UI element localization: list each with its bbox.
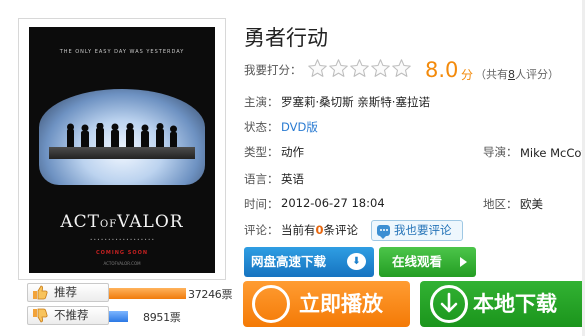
movie-title: 勇者行动 bbox=[244, 26, 328, 50]
genre-value[interactable]: 动作 bbox=[281, 144, 304, 160]
rating-score: 8.0 bbox=[425, 58, 459, 82]
pan-download-label: 网盘高速下载 bbox=[251, 254, 327, 269]
time-value: 2012-06-27 18:04 bbox=[281, 196, 385, 210]
comment-label: 评论： bbox=[244, 223, 279, 237]
status-label: 状态： bbox=[244, 120, 279, 134]
watch-online-label: 在线观看 bbox=[392, 254, 443, 269]
write-comment-label: 我也要评论 bbox=[394, 223, 452, 237]
comment-bubble-icon bbox=[377, 225, 390, 239]
rating-score-unit: 分 bbox=[461, 68, 474, 82]
recommend-label: 推荐 bbox=[54, 285, 77, 299]
pan-download-button[interactable]: 网盘高速下载 bbox=[244, 247, 374, 277]
poster-fine-print: • • • • • • • • • • • • • • • • • • bbox=[89, 237, 155, 242]
poster-coming-soon: COMING SOON bbox=[95, 250, 149, 256]
director-value[interactable]: Mike McCoy bbox=[520, 146, 585, 160]
region-label: 地区： bbox=[483, 197, 518, 211]
not-recommend-button[interactable]: 不推荐 bbox=[27, 306, 109, 325]
raters-count-link[interactable]: 8 bbox=[508, 68, 515, 81]
rating-raters: （共有8人评分） bbox=[475, 68, 559, 81]
play-now-button[interactable]: 立即播放 bbox=[243, 281, 410, 327]
not-recommend-label: 不推荐 bbox=[54, 308, 89, 322]
write-comment-button[interactable]: 我也要评论 bbox=[371, 220, 463, 241]
cast-value[interactable]: 罗塞莉·桑切斯 亲斯特·塞拉诺 bbox=[281, 94, 430, 110]
cast-label: 主演： bbox=[244, 95, 279, 109]
poster-title: ACTOFVALOR bbox=[60, 212, 184, 232]
star-icon[interactable] bbox=[328, 58, 349, 79]
play-now-label: 立即播放 bbox=[299, 292, 383, 316]
local-download-button[interactable]: 本地下载 bbox=[420, 281, 585, 327]
thumbs-up-icon bbox=[33, 285, 48, 300]
rating-stars[interactable] bbox=[307, 58, 412, 79]
recommend-bar bbox=[109, 288, 186, 299]
play-arrow-icon bbox=[460, 257, 467, 267]
status-value: DVD版 bbox=[281, 120, 318, 134]
poster-ramp bbox=[49, 147, 195, 159]
recommend-count: 37246票 bbox=[188, 288, 233, 301]
star-icon[interactable] bbox=[391, 58, 412, 79]
play-circle-icon bbox=[252, 285, 290, 323]
language-value: 英语 bbox=[281, 172, 304, 186]
language-label: 语言： bbox=[244, 172, 279, 186]
comment-count-text: 当前有0条评论 bbox=[281, 223, 359, 237]
watch-online-button[interactable]: 在线观看 bbox=[379, 247, 476, 277]
not-recommend-bar bbox=[109, 311, 128, 322]
cloud-download-icon bbox=[347, 253, 366, 270]
recommend-button[interactable]: 推荐 bbox=[27, 283, 109, 302]
poster-site: ACTOFVALOR.COM bbox=[103, 261, 141, 266]
thumbs-down-icon bbox=[33, 308, 48, 323]
poster-tagline: THE ONLY EASY DAY WAS YESTERDAY bbox=[59, 49, 185, 55]
rating-label: 我要打分： bbox=[244, 63, 302, 77]
movie-poster[interactable]: THE ONLY EASY DAY WAS YESTERDAY ACTOFVAL… bbox=[29, 27, 215, 273]
region-value: 欧美 bbox=[520, 197, 543, 211]
star-icon[interactable] bbox=[349, 58, 370, 79]
star-icon[interactable] bbox=[370, 58, 391, 79]
star-icon[interactable] bbox=[307, 58, 328, 79]
not-recommend-count: 8951票 bbox=[143, 311, 181, 324]
poster-frame: THE ONLY EASY DAY WAS YESTERDAY ACTOFVAL… bbox=[18, 18, 226, 280]
genre-label: 类型： bbox=[244, 145, 279, 159]
director-label: 导演： bbox=[483, 145, 518, 159]
download-circle-icon bbox=[430, 285, 468, 323]
time-label: 时间： bbox=[244, 197, 279, 211]
local-download-label: 本地下载 bbox=[473, 292, 557, 316]
